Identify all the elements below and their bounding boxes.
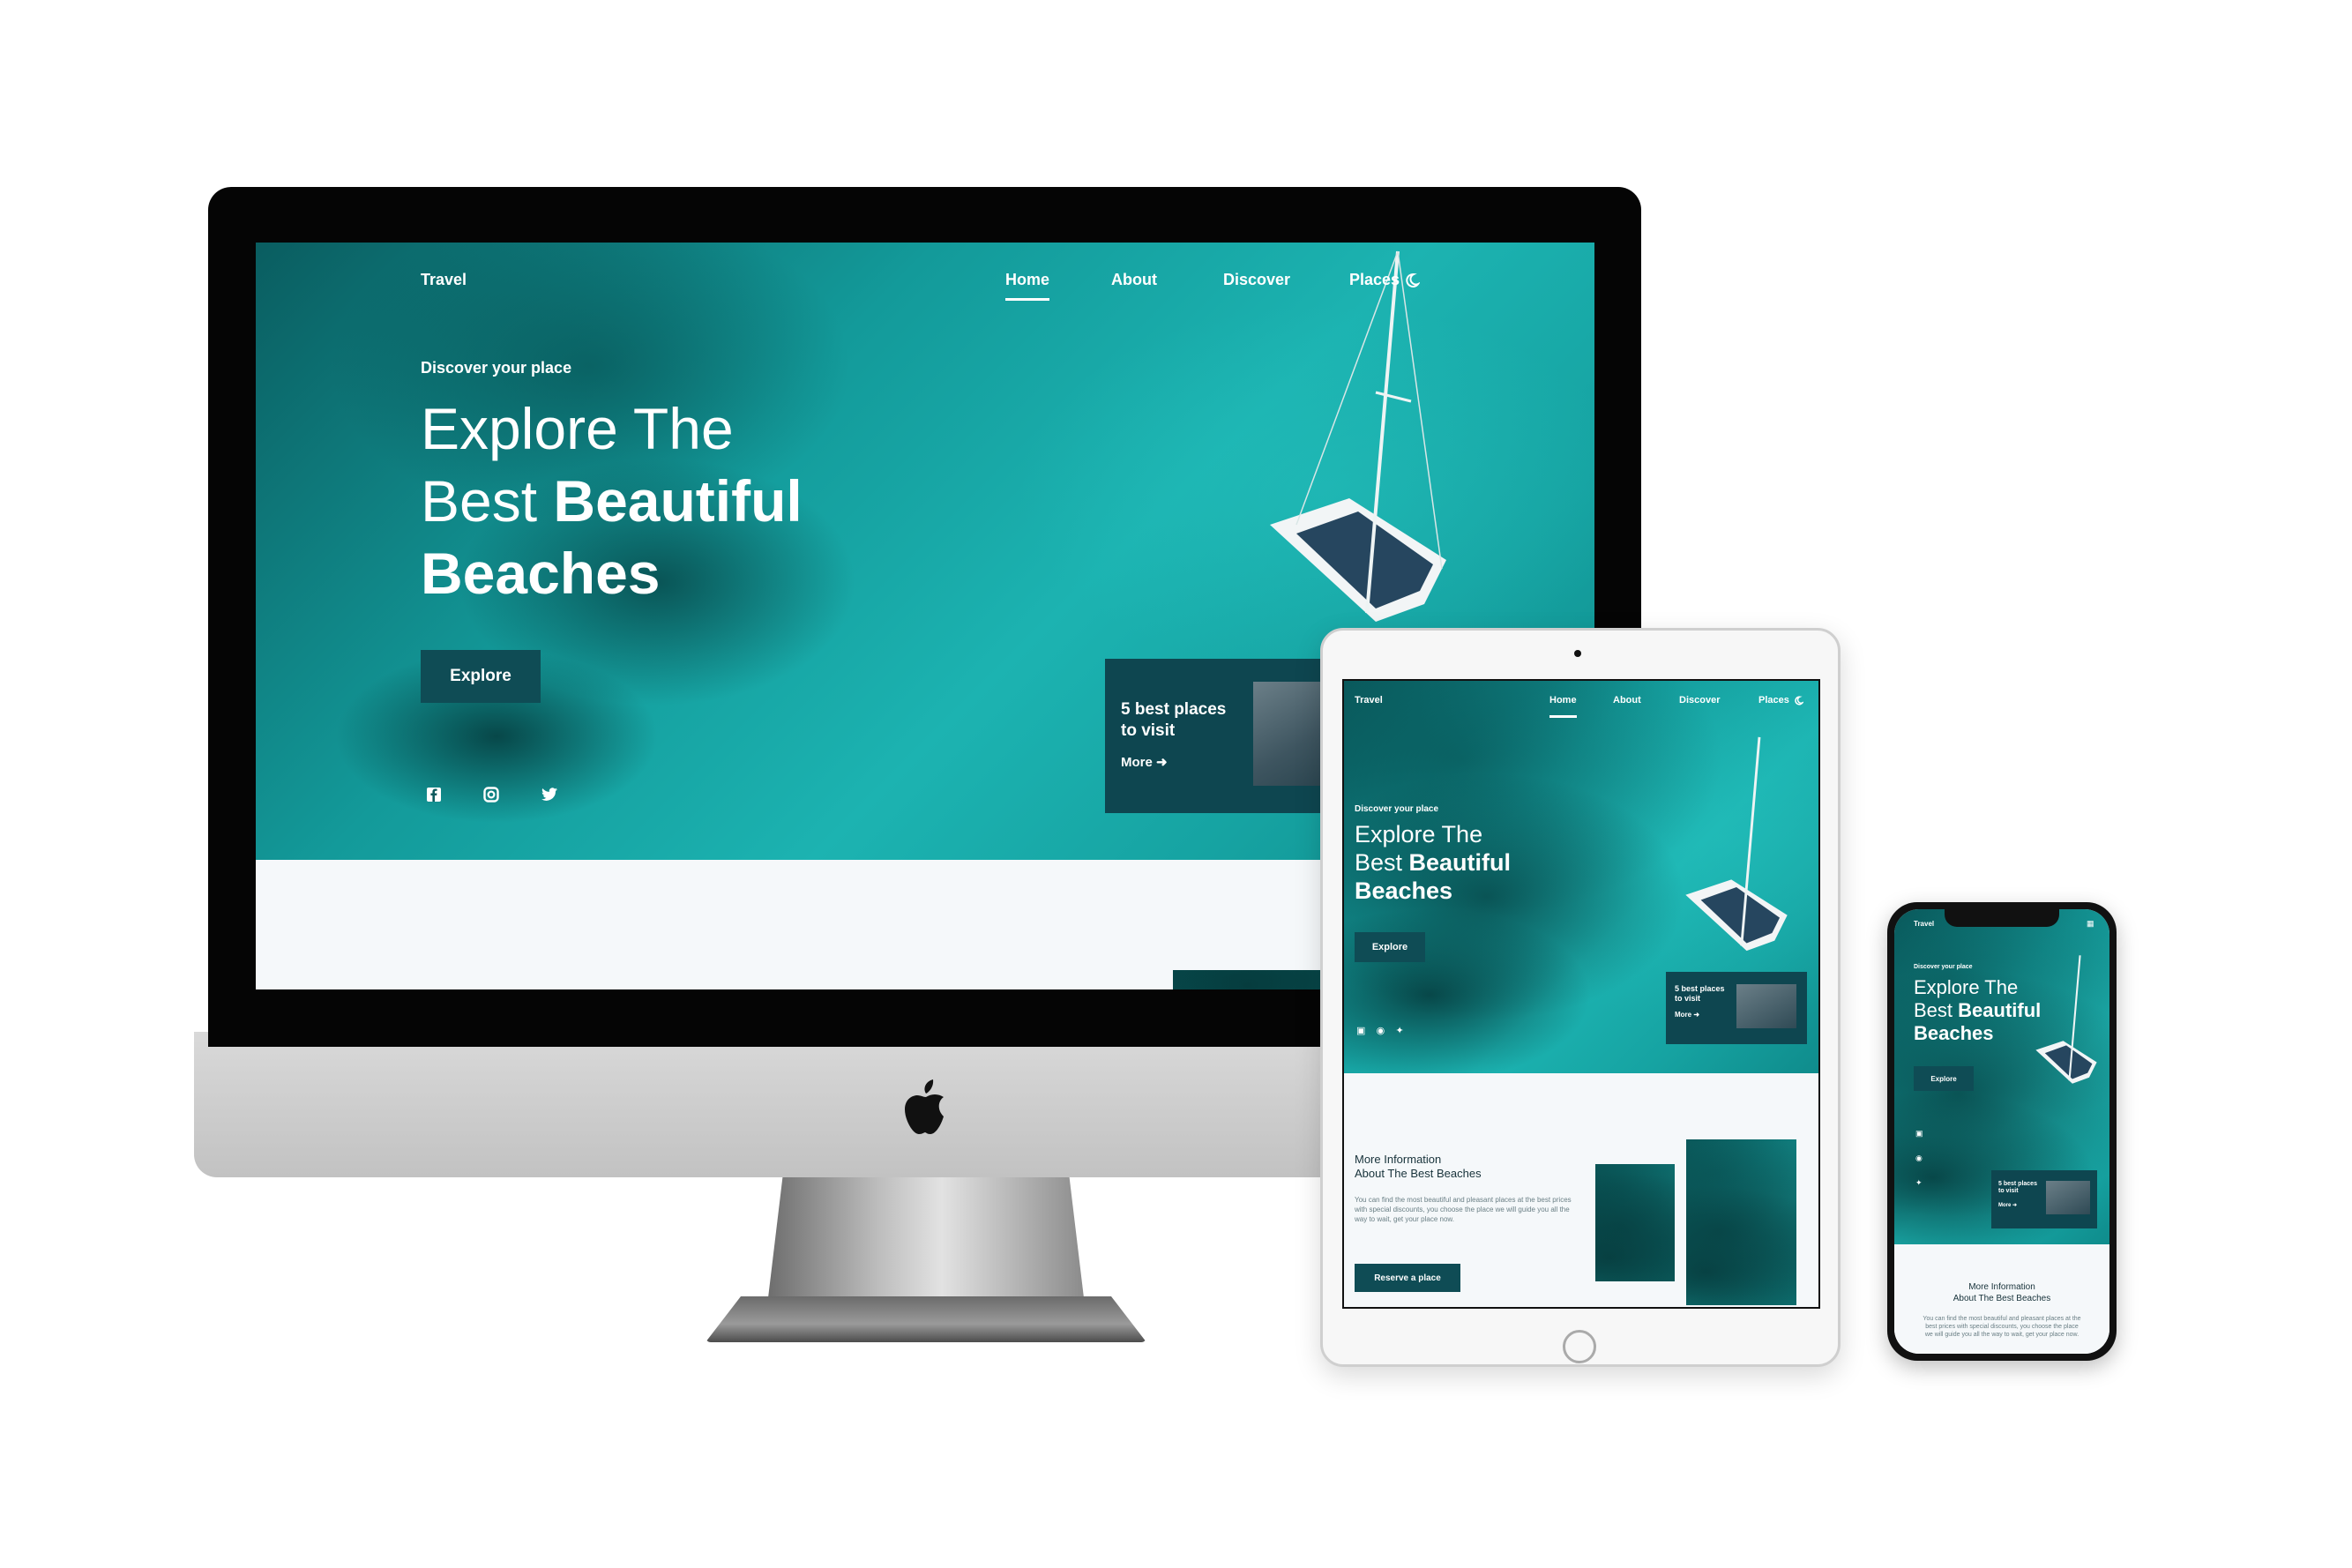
ipad-yacht-image	[1685, 736, 1788, 952]
ipad-nav-home-label: Home	[1549, 695, 1577, 706]
nav-places[interactable]: Places	[1349, 271, 1400, 289]
hero-title-light: Best	[421, 468, 554, 534]
iphone-info-title-line2: About The Best Beaches	[1953, 1294, 2051, 1303]
ipad-nav-places[interactable]: Places	[1758, 695, 1789, 706]
ipad-screen: Travel Home About Discover Places Discov…	[1342, 679, 1820, 1309]
iphone-places-card-title-line1: 5 best places	[1998, 1181, 2037, 1187]
ipad-arrow-right-icon: ➜	[1693, 1011, 1700, 1019]
instagram-icon[interactable]	[483, 787, 499, 803]
iphone-hero-title: Explore The Best Beautiful Beaches	[1914, 976, 2099, 1045]
iphone-facebook-icon[interactable]: ▣	[1915, 1121, 1923, 1146]
facebook-icon[interactable]	[426, 787, 442, 803]
places-card-title-line1: 5 best places	[1121, 700, 1227, 719]
places-card-more[interactable]: More ➜	[1121, 754, 1168, 770]
ipad-info-title-line1: More Information	[1355, 1153, 1442, 1166]
yacht-image	[1270, 250, 1446, 622]
iphone-notch	[1945, 909, 2059, 927]
iphone-instagram-icon[interactable]: ◉	[1915, 1146, 1923, 1170]
ipad-explore-button[interactable]: Explore	[1355, 932, 1425, 962]
nav-home-label: Home	[1005, 271, 1050, 288]
hero-title-line2: Best Beautiful	[421, 465, 1038, 537]
iphone-hero-kicker: Discover your place	[1914, 964, 1973, 970]
ipad-nav-home[interactable]: Home	[1549, 695, 1577, 706]
nav-home[interactable]: Home	[1005, 271, 1049, 289]
ipad-info-image-1	[1595, 1164, 1675, 1281]
iphone-menu-icon[interactable]: ▦	[2087, 919, 2094, 929]
hero-title: Explore The Best Beautiful Beaches	[421, 392, 1038, 609]
imac-stand	[767, 1173, 1085, 1305]
imac-stand-base	[706, 1296, 1146, 1342]
iphone-places-card-more-label: More	[1998, 1203, 2012, 1208]
ipad-places-card-more-label: More	[1675, 1011, 1692, 1019]
ipad-hero-title-bold: Beautiful	[1408, 849, 1512, 876]
arrow-right-icon: ➜	[1156, 755, 1168, 770]
ipad-info-image-2	[1686, 1139, 1796, 1305]
ipad-places-card-image	[1736, 984, 1796, 1028]
iphone-social-icons: ▣ ◉ ✦	[1915, 1121, 1923, 1195]
iphone-hero-title-bold: Beautiful	[1958, 999, 2042, 1021]
ipad-instagram-icon[interactable]: ◉	[1377, 1026, 1385, 1036]
iphone-brand-logo[interactable]: Travel	[1914, 920, 1934, 928]
ipad-hero-section: Travel Home About Discover Places Discov…	[1344, 681, 1818, 1073]
iphone-hero-section: Travel ▦ Discover your place Explore The…	[1894, 909, 2109, 1244]
ipad-camera	[1574, 650, 1581, 657]
ipad-places-card-more[interactable]: More ➜	[1675, 1011, 1699, 1019]
brand-logo[interactable]: Travel	[421, 271, 467, 289]
ipad-hero-title-line1: Explore The	[1355, 821, 1483, 847]
iphone-places-card-more[interactable]: More ➜	[1998, 1202, 2017, 1208]
iphone-info-title: More Information About The Best Beaches	[1894, 1281, 2109, 1304]
iphone-hero-title-line3: Beaches	[1914, 1022, 1994, 1044]
iphone-places-card-image	[2046, 1181, 2090, 1214]
hero-title-line3: Beaches	[421, 541, 661, 606]
ipad-facebook-icon[interactable]: ▣	[1356, 1026, 1365, 1036]
places-card-more-label: More	[1121, 755, 1153, 770]
ipad-info-title: More Information About The Best Beaches	[1355, 1153, 1482, 1181]
twitter-icon[interactable]	[541, 787, 558, 803]
nav-about[interactable]: About	[1111, 271, 1157, 289]
ipad-places-card-title-line1: 5 best places	[1675, 984, 1725, 993]
ipad-hero-title: Explore The Best Beautiful Beaches	[1355, 820, 1619, 905]
ipad-places-card[interactable]: 5 best places to visit More ➜	[1666, 972, 1807, 1044]
explore-button[interactable]: Explore	[421, 650, 541, 703]
hero-kicker: Discover your place	[421, 359, 572, 377]
ipad-hero-title-line2: Best Beautiful	[1355, 848, 1619, 877]
iphone-places-card-title: 5 best places to visit	[1998, 1181, 2037, 1195]
iphone-twitter-icon[interactable]: ✦	[1915, 1170, 1923, 1195]
ipad-brand-logo[interactable]: Travel	[1355, 695, 1383, 706]
ipad-info-section: More Information About The Best Beaches …	[1344, 1073, 1818, 1307]
ipad-hero-kicker: Discover your place	[1355, 804, 1439, 814]
iphone-arrow-right-icon: ➜	[2012, 1203, 2018, 1208]
ipad-info-title-line2: About The Best Beaches	[1355, 1167, 1482, 1180]
ipad-info-body: You can find the most beautiful and plea…	[1355, 1196, 1572, 1223]
ipad-reserve-button[interactable]: Reserve a place	[1355, 1264, 1460, 1292]
ipad-nav-about[interactable]: About	[1613, 695, 1641, 706]
ipad-twitter-icon[interactable]: ✦	[1395, 1026, 1403, 1036]
hero-title-line1: Explore The	[421, 396, 734, 461]
nav-discover[interactable]: Discover	[1223, 271, 1290, 289]
ipad-places-card-title: 5 best places to visit	[1675, 984, 1725, 1004]
iphone-info-section: More Information About The Best Beaches …	[1894, 1244, 2109, 1354]
iphone-hero-title-line1: Explore The	[1914, 976, 2019, 998]
apple-logo	[905, 1079, 944, 1134]
ipad-social-icons: ▣ ◉ ✦	[1356, 1025, 1404, 1036]
ipad-nav-discover[interactable]: Discover	[1679, 695, 1720, 706]
iphone-info-title-line1: More Information	[1968, 1282, 2035, 1292]
iphone-places-card-title-line2: to visit	[1998, 1188, 2019, 1194]
ipad-moon-icon[interactable]	[1794, 696, 1803, 706]
iphone-hero-title-light: Best	[1914, 999, 1959, 1021]
places-card-title-line2: to visit	[1121, 721, 1176, 740]
ipad-home-button[interactable]	[1563, 1330, 1596, 1363]
iphone-places-card[interactable]: 5 best places to visit More ➜	[1991, 1170, 2097, 1228]
places-card-title: 5 best places to visit	[1121, 699, 1226, 742]
hero-title-bold: Beautiful	[553, 468, 803, 534]
iphone-screen: Travel ▦ Discover your place Explore The…	[1894, 909, 2109, 1354]
ipad-places-card-title-line2: to visit	[1675, 994, 1701, 1003]
iphone-explore-button[interactable]: Explore	[1914, 1066, 1974, 1091]
moon-icon[interactable]	[1404, 273, 1420, 288]
ipad-hero-title-light: Best	[1355, 849, 1409, 876]
ipad-hero-title-line3: Beaches	[1355, 877, 1453, 904]
iphone-info-body: You can find the most beautiful and plea…	[1923, 1316, 2081, 1338]
iphone-hero-title-line2: Best Beautiful	[1914, 999, 2099, 1022]
